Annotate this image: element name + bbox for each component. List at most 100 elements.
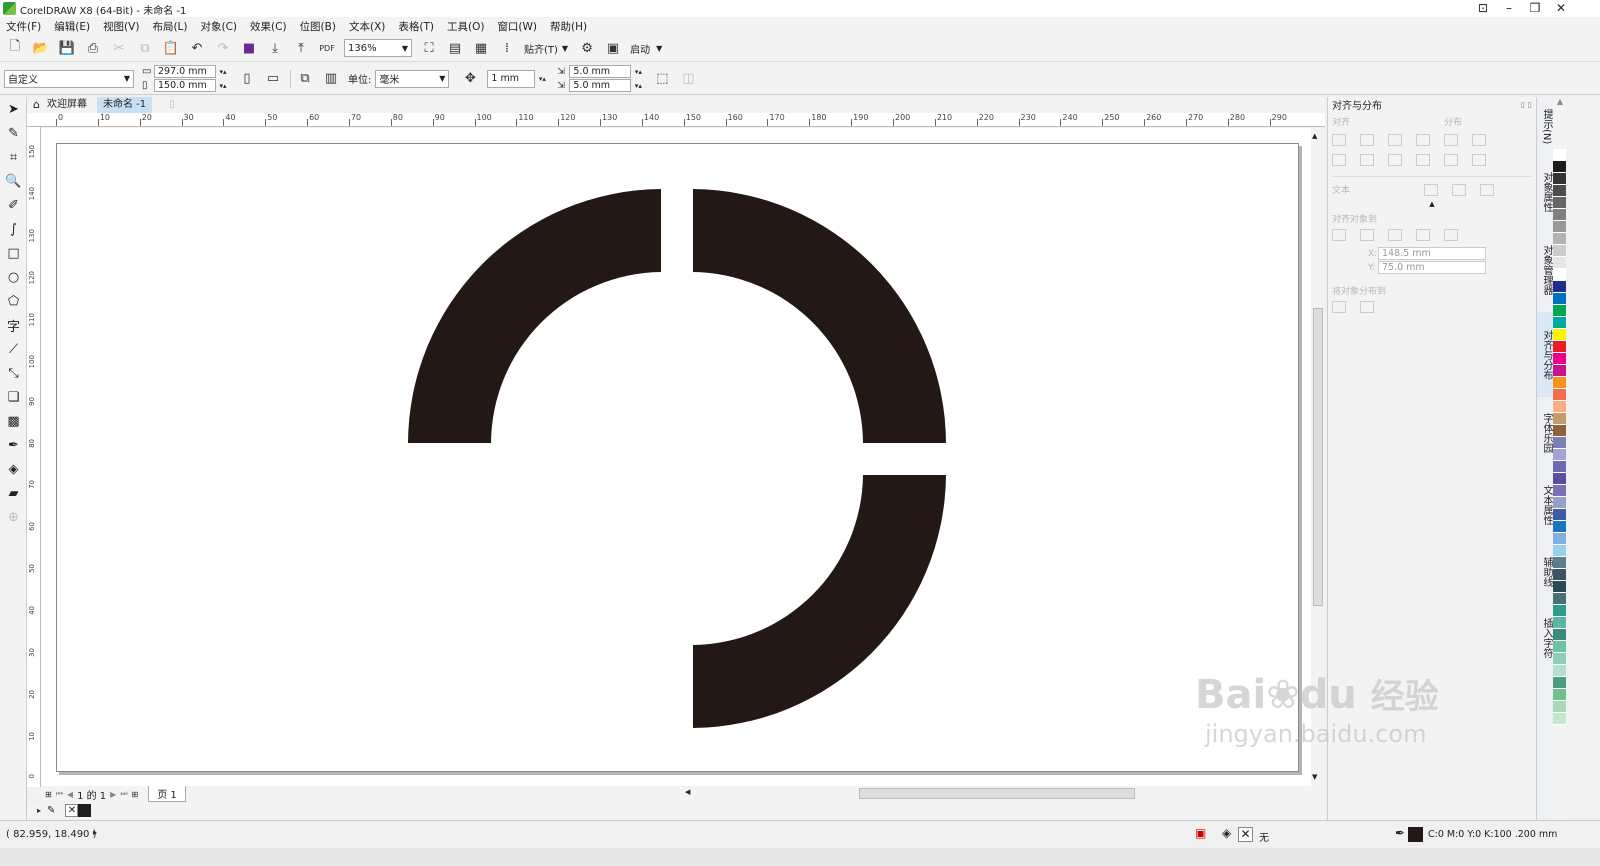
color-swatch[interactable]: [1553, 413, 1566, 425]
new-document-icon[interactable]: 🗋: [6, 39, 24, 57]
artistic-media-tool-icon[interactable]: ∫: [0, 217, 27, 241]
vertical-ruler[interactable]: 150 140 130 120 110 100 90 80 70 60 50 40 30 20 10 0: [27, 127, 41, 787]
eyedropper-tool-icon[interactable]: ✒: [0, 433, 27, 457]
fill-none-icon[interactable]: ✕: [1238, 827, 1253, 842]
scroll-left-icon[interactable]: ◀: [685, 788, 690, 796]
align-left-icon[interactable]: [1332, 134, 1346, 146]
color-swatch[interactable]: [1553, 473, 1566, 485]
align-bottom-icon[interactable]: [1388, 154, 1402, 166]
customize-toolbox-icon[interactable]: ⊕: [0, 505, 27, 529]
scroll-down-icon[interactable]: ▼: [1312, 773, 1317, 781]
color-swatch[interactable]: [1553, 665, 1566, 677]
import-icon[interactable]: ⤓: [266, 39, 284, 57]
color-swatch[interactable]: [1553, 341, 1566, 353]
color-swatch[interactable]: [1553, 617, 1566, 629]
polygon-tool-icon[interactable]: ⬠: [0, 289, 27, 313]
color-swatch[interactable]: [1553, 641, 1566, 653]
zoom-level-combo[interactable]: 136% ▼: [344, 39, 412, 57]
treat-as-filled-icon[interactable]: ⬚: [653, 70, 671, 88]
palette-expand-icon[interactable]: ▸: [37, 806, 41, 815]
page-height-field[interactable]: 150.0 mm: [154, 79, 216, 92]
black-swatch[interactable]: [78, 804, 92, 817]
tab-text-properties[interactable]: 文本属性: [1537, 469, 1554, 541]
nudge-spin-icon[interactable]: ▾▴: [535, 75, 549, 83]
export-icon[interactable]: ⤒: [292, 39, 310, 57]
color-swatch[interactable]: [1553, 653, 1566, 665]
interactive-fill-tool-icon[interactable]: ◈: [0, 457, 27, 481]
align-center-h-icon[interactable]: [1360, 134, 1374, 146]
collapse-up-icon[interactable]: ▲: [1332, 200, 1532, 208]
pick-tool-icon[interactable]: ➤: [0, 97, 27, 121]
launch-chevron-down-icon[interactable]: ▼: [656, 44, 662, 53]
palette-arrows-icon[interactable]: ▲: [1553, 97, 1567, 149]
page-width-field[interactable]: 297.0 mm: [154, 65, 216, 78]
tab-font-playground[interactable]: 字体乐园: [1537, 397, 1554, 469]
text-bbox-icon[interactable]: [1480, 183, 1494, 196]
color-swatch[interactable]: [1553, 365, 1566, 377]
rectangle-tool-icon[interactable]: □: [0, 241, 27, 265]
color-swatch[interactable]: [1553, 689, 1566, 701]
scroll-up-icon[interactable]: ▲: [1312, 132, 1317, 140]
horizontal-ruler[interactable]: 0 10 20 30 40 50 60 70 80 90 100 110 120 130 140 150 160…: [40, 113, 1325, 127]
color-swatch[interactable]: [1553, 197, 1566, 209]
open-icon[interactable]: 📂: [32, 39, 50, 57]
copy-icon[interactable]: ⧉: [136, 39, 154, 57]
color-swatch[interactable]: [1553, 593, 1566, 605]
color-swatch[interactable]: [1553, 497, 1566, 509]
page-options-icon[interactable]: ◫: [679, 70, 697, 88]
drop-shadow-tool-icon[interactable]: ❏: [0, 385, 27, 409]
guidelines-icon[interactable]: ⁞: [498, 39, 516, 57]
align-center-v-icon[interactable]: [1360, 154, 1374, 166]
snap-chevron-down-icon[interactable]: ▼: [562, 44, 568, 53]
minimize-button[interactable]: –: [1496, 0, 1522, 17]
duplicate-x-field[interactable]: 5.0 mm: [569, 65, 632, 78]
first-page-icon[interactable]: ⏮: [56, 789, 63, 799]
color-swatch[interactable]: [1553, 533, 1566, 545]
align-page-edge-icon[interactable]: [1388, 229, 1402, 241]
landscape-icon[interactable]: ▭: [264, 70, 282, 88]
launch-app-icon[interactable]: ▣: [604, 39, 622, 57]
align-y-field[interactable]: 75.0 mm: [1378, 261, 1486, 274]
ring-segment-bottom-right[interactable]: [693, 475, 946, 728]
ring-segment-left[interactable]: [408, 189, 661, 443]
color-swatch[interactable]: [1553, 449, 1566, 461]
color-swatch[interactable]: [1553, 461, 1566, 473]
color-swatch[interactable]: [1553, 233, 1566, 245]
color-swatch[interactable]: [1553, 677, 1566, 689]
ruler-origin[interactable]: [27, 113, 41, 127]
color-swatch[interactable]: [1553, 269, 1566, 281]
text-first-line-icon[interactable]: [1452, 183, 1466, 196]
add-page-before-icon[interactable]: ⊞: [45, 790, 52, 799]
grid-icon[interactable]: ▦: [472, 39, 490, 57]
color-swatch[interactable]: [1553, 713, 1566, 725]
search-content-icon[interactable]: ■: [240, 39, 258, 57]
new-tab-icon[interactable]: ▯: [163, 97, 181, 113]
nudge-distance-field[interactable]: 1 mm: [487, 69, 536, 88]
last-page-icon[interactable]: ⏭: [120, 789, 127, 799]
distribute-selection-icon[interactable]: [1332, 301, 1346, 313]
freehand-tool-icon[interactable]: ✐: [0, 193, 27, 217]
options-gear-icon[interactable]: ⚙: [578, 39, 596, 57]
text-baseline-icon[interactable]: [1424, 183, 1438, 196]
close-button[interactable]: ✕: [1548, 0, 1574, 17]
color-swatch[interactable]: [1553, 557, 1566, 569]
drawing-page[interactable]: [56, 143, 1299, 772]
pdf-icon[interactable]: PDF: [318, 39, 336, 57]
status-expand-icon[interactable]: ▸: [93, 828, 97, 837]
restore-button[interactable]: ❐: [1522, 0, 1548, 17]
color-swatch[interactable]: [1553, 401, 1566, 413]
connector-tool-icon[interactable]: ⤡: [0, 361, 27, 385]
distribute-middle-icon[interactable]: [1444, 154, 1458, 166]
eyedropper-icon[interactable]: ✎: [47, 805, 55, 816]
menu-object[interactable]: 对象(C): [201, 19, 238, 34]
menu-window[interactable]: 窗口(W): [497, 19, 537, 34]
menu-file[interactable]: 文件(F): [6, 19, 41, 34]
color-swatch[interactable]: [1553, 389, 1566, 401]
color-swatch[interactable]: [1553, 437, 1566, 449]
color-swatch[interactable]: [1553, 305, 1566, 317]
duplicate-y-field[interactable]: 5.0 mm: [569, 79, 632, 92]
color-swatch[interactable]: [1553, 545, 1566, 557]
no-color-swatch[interactable]: ✕: [65, 804, 79, 817]
color-swatch[interactable]: [1553, 281, 1566, 293]
distribute-page-icon[interactable]: [1360, 301, 1374, 313]
